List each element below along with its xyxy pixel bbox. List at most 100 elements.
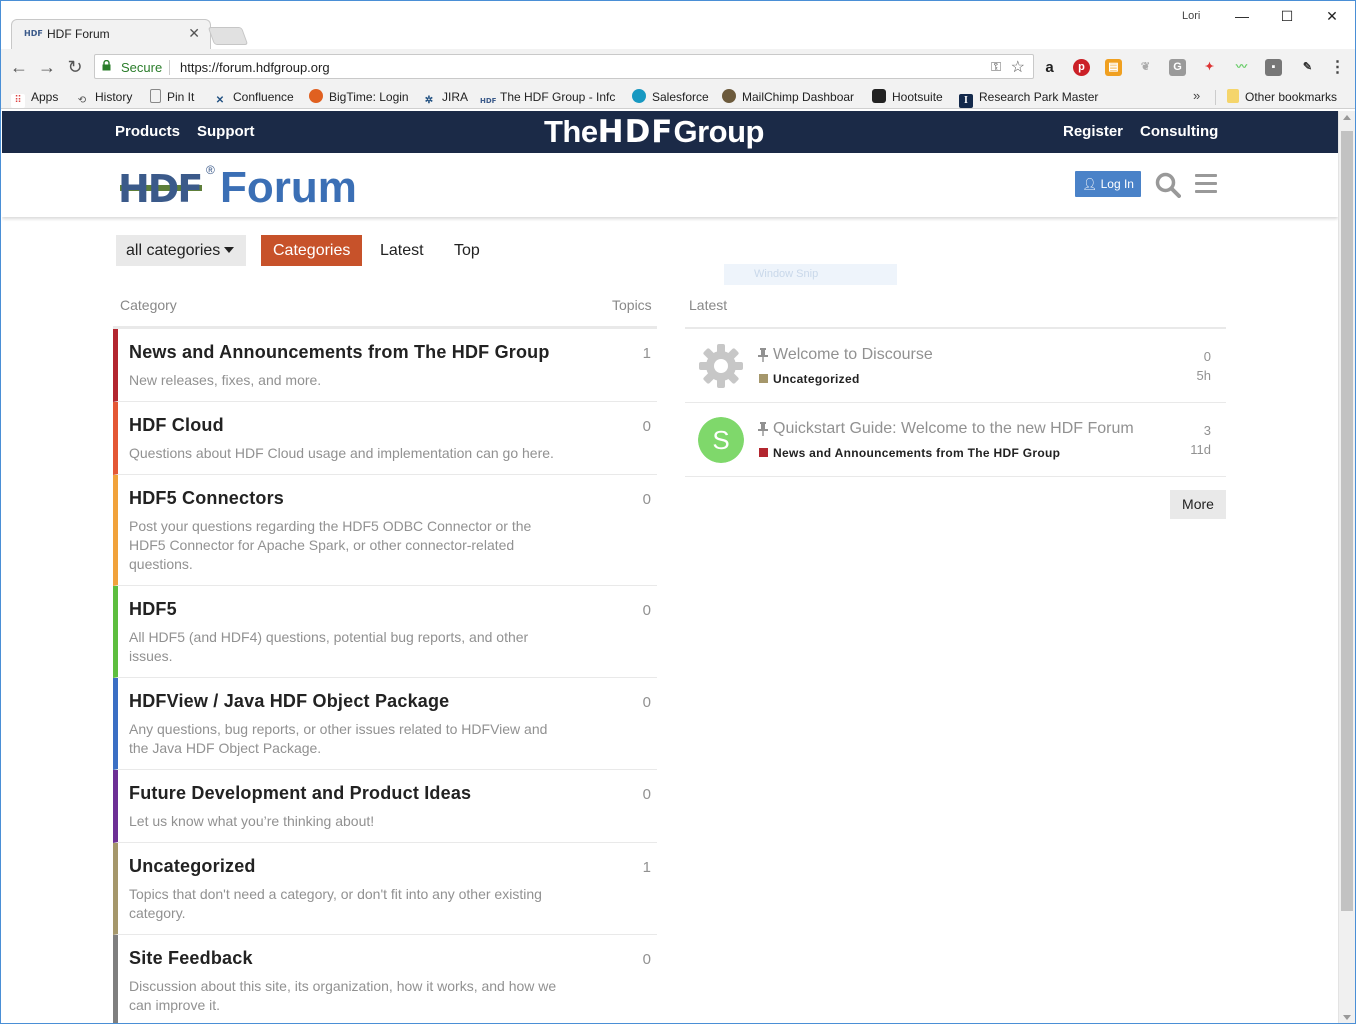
url-text[interactable]: https://forum.hdfgroup.org <box>180 60 330 75</box>
omnibox-divider <box>169 60 170 75</box>
pin-icon <box>758 422 768 436</box>
bigtime-icon <box>309 89 323 103</box>
bookmark-star-icon[interactable]: ☆ <box>1011 57 1025 77</box>
topic-title[interactable]: Welcome to Discourse <box>773 346 933 364</box>
hdf-group-brand-logo[interactable]: TheHDFGroup <box>544 114 764 150</box>
category-dropdown[interactable]: all categories <box>116 235 246 266</box>
nav-consulting[interactable]: Consulting <box>1140 123 1218 140</box>
back-arrow-icon[interactable]: ← <box>7 55 31 79</box>
category-color-square <box>759 374 768 383</box>
hamburger-menu-icon[interactable] <box>1195 174 1217 194</box>
confluence-icon: ✕ <box>215 95 225 106</box>
category-row[interactable]: Site Feedback Discussion about this site… <box>113 935 657 1023</box>
topic-category-badge[interactable]: News and Announcements from The HDF Grou… <box>759 446 1060 460</box>
nav-support[interactable]: Support <box>197 123 255 140</box>
bookmark-confluence[interactable]: ✕ Confluence <box>213 88 294 106</box>
category-name[interactable]: Uncategorized <box>129 856 256 877</box>
reload-icon[interactable]: ↻ <box>63 55 87 79</box>
topic-category-badge[interactable]: Uncategorized <box>759 372 860 386</box>
category-name[interactable]: HDF5 <box>129 599 177 620</box>
category-topic-count: 1 <box>642 859 651 876</box>
scroll-up-arrow-icon[interactable] <box>1343 115 1351 120</box>
page-scrollbar[interactable] <box>1338 111 1355 1023</box>
category-row[interactable]: HDF5 Connectors Post your questions rega… <box>113 475 657 586</box>
category-row[interactable]: HDF5 All HDF5 (and HDF4) questions, pote… <box>113 586 657 678</box>
bookmark-label: Salesforce <box>652 90 709 104</box>
browser-tab[interactable]: HDF HDF Forum ✕ <box>11 19 211 49</box>
bookmark-apps[interactable]: ⠿ Apps <box>11 88 59 108</box>
close-window-icon[interactable]: ✕ <box>1312 5 1352 27</box>
bookmark-hdf-group[interactable]: HDF The HDF Group - Infc <box>480 88 615 106</box>
topic-category-label: Uncategorized <box>773 372 860 386</box>
more-button[interactable]: More <box>1170 490 1226 519</box>
pinterest-extension-icon[interactable]: p <box>1073 59 1090 76</box>
category-row[interactable]: HDF Cloud Questions about HDF Cloud usag… <box>113 402 657 475</box>
category-row[interactable]: Future Development and Product Ideas Let… <box>113 770 657 843</box>
category-name[interactable]: News and Announcements from The HDF Grou… <box>129 342 550 363</box>
bookmark-pin-it[interactable]: Pin It <box>150 88 194 106</box>
topics-column-header: Topics <box>612 297 652 313</box>
square-extension-icon[interactable]: ▪ <box>1265 59 1282 76</box>
tab-title: HDF Forum <box>47 27 110 41</box>
bookmarks-overflow-chevron[interactable]: » <box>1193 88 1200 103</box>
bookmark-research-park[interactable]: I Research Park Master <box>959 88 1098 108</box>
bookmark-history[interactable]: ⟲ History <box>75 88 133 106</box>
scrollbar-thumb[interactable] <box>1341 131 1353 911</box>
tab-categories[interactable]: Categories <box>261 235 363 266</box>
topic-row[interactable]: Welcome to Discourse Uncategorized 0 5h <box>685 329 1226 403</box>
bookmark-label: Apps <box>31 90 59 104</box>
topic-category-label: News and Announcements from The HDF Grou… <box>773 446 1061 460</box>
bookmark-mailchimp[interactable]: MailChimp Dashboar <box>722 88 854 106</box>
chrome-menu-icon[interactable]: ⋮ <box>1329 59 1346 76</box>
topic-title[interactable]: Quickstart Guide: Welcome to the new HDF… <box>773 420 1134 438</box>
category-name[interactable]: Site Feedback <box>129 948 253 969</box>
maximize-icon[interactable]: ☐ <box>1267 5 1307 27</box>
letter-avatar[interactable]: S <box>698 417 744 463</box>
category-name[interactable]: Future Development and Product Ideas <box>129 783 471 804</box>
category-topic-count: 1 <box>642 345 651 362</box>
other-bookmarks[interactable]: Other bookmarks <box>1227 88 1337 106</box>
colorpicker-extension-icon[interactable]: ✦ <box>1201 59 1218 76</box>
profile-name[interactable]: Lori <box>1182 10 1200 22</box>
leaf-extension-icon[interactable]: 〰 <box>1233 59 1250 76</box>
brand-prefix: The <box>544 114 598 149</box>
bookmark-hootsuite[interactable]: Hootsuite <box>872 88 943 106</box>
search-icon[interactable] <box>1155 172 1181 198</box>
amazon-extension-icon[interactable]: a <box>1041 59 1058 76</box>
topic-row[interactable]: S Quickstart Guide: Welcome to the new H… <box>685 403 1226 477</box>
bookmark-label: Pin It <box>167 90 195 104</box>
bookmark-label: Hootsuite <box>892 90 943 104</box>
login-button[interactable]: 👤︎ Log In <box>1075 171 1141 197</box>
address-bar[interactable]: Secure https://forum.hdfgroup.org ⚿ ☆ <box>94 54 1034 79</box>
minimize-icon[interactable]: — <box>1222 5 1262 27</box>
scroll-down-arrow-icon[interactable] <box>1343 1015 1351 1020</box>
jira-icon: ✲ <box>424 95 434 106</box>
topic-age[interactable]: 11d <box>1190 442 1211 457</box>
feather-extension-icon[interactable]: ❦ <box>1137 59 1154 76</box>
category-column-header: Category <box>120 297 177 313</box>
forward-arrow-icon[interactable]: → <box>35 55 59 79</box>
category-row[interactable]: News and Announcements from The HDF Grou… <box>113 329 657 402</box>
key-icon[interactable]: ⚿ <box>991 59 1001 75</box>
nav-register[interactable]: Register <box>1063 123 1123 140</box>
category-name[interactable]: HDF5 Connectors <box>129 488 284 509</box>
rss-off-extension-icon[interactable]: ▤ <box>1105 59 1122 76</box>
category-row[interactable]: Uncategorized Topics that don't need a c… <box>113 843 657 935</box>
topic-age[interactable]: 5h <box>1197 368 1211 383</box>
bookmark-label: Confluence <box>233 90 294 104</box>
category-name[interactable]: HDFView / Java HDF Object Package <box>129 691 449 712</box>
bookmark-bigtime[interactable]: BigTime: Login <box>309 88 409 106</box>
hootsuite-owl-icon <box>872 89 886 103</box>
bookmark-label: JIRA <box>442 90 469 104</box>
nav-products[interactable]: Products <box>115 123 180 140</box>
bookmark-salesforce[interactable]: Salesforce <box>632 88 709 106</box>
pen-extension-icon[interactable]: ✎ <box>1299 59 1316 76</box>
bookmark-jira[interactable]: ✲ JIRA <box>422 88 468 106</box>
g-extension-icon[interactable]: G <box>1169 59 1186 76</box>
tab-top[interactable]: Top <box>454 235 480 266</box>
category-row[interactable]: HDFView / Java HDF Object Package Any qu… <box>113 678 657 770</box>
category-name[interactable]: HDF Cloud <box>129 415 224 436</box>
tab-latest[interactable]: Latest <box>380 235 424 266</box>
new-tab-button[interactable] <box>207 27 249 45</box>
tab-close-icon[interactable]: ✕ <box>188 25 200 42</box>
